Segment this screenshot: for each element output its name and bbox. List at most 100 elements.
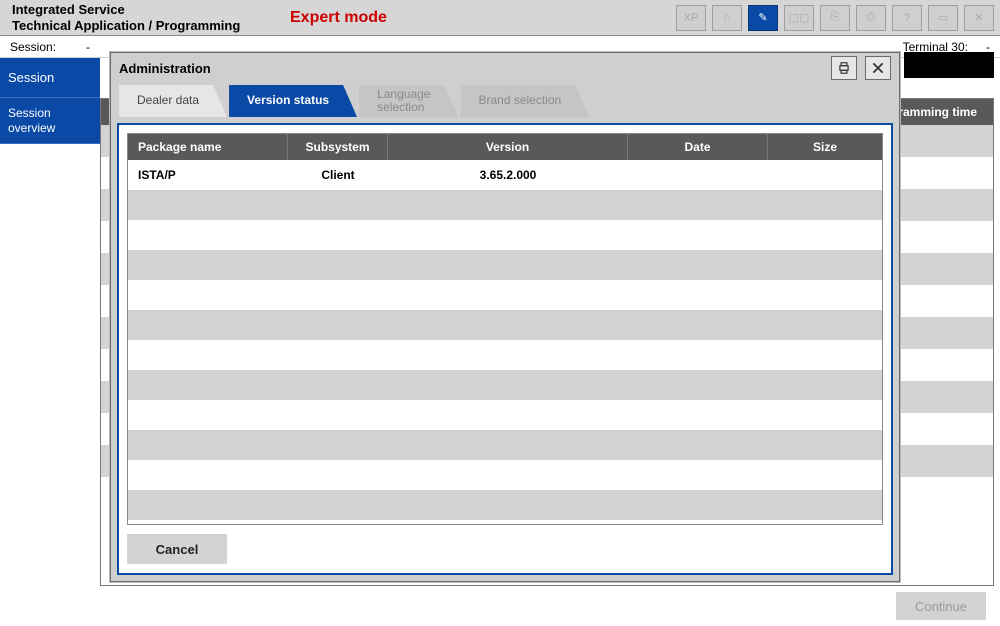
col-subsystem[interactable]: Subsystem xyxy=(288,134,388,160)
cell-subsystem xyxy=(288,430,388,460)
version-row xyxy=(128,250,882,280)
cell-package xyxy=(128,280,288,310)
cell-subsystem xyxy=(288,250,388,280)
cell-size xyxy=(768,340,882,370)
version-row xyxy=(128,460,882,490)
cell-date xyxy=(628,490,768,520)
cell-version xyxy=(388,400,628,430)
app-title-line2: Technical Application / Programming xyxy=(12,18,280,34)
home-icon[interactable]: ⌂ xyxy=(712,5,742,31)
dialog-body: Package name Subsystem Version Date Size… xyxy=(117,123,893,575)
help-icon[interactable]: ? xyxy=(892,5,922,31)
tab-dealer-data[interactable]: Dealer data xyxy=(119,85,227,117)
cell-size xyxy=(768,280,882,310)
col-date[interactable]: Date xyxy=(628,134,768,160)
dialog-close-icon[interactable] xyxy=(865,56,891,80)
cell-package xyxy=(128,220,288,250)
dialog-print-icon[interactable] xyxy=(831,56,857,80)
print-icon[interactable]: ⎙ xyxy=(856,5,886,31)
cell-package xyxy=(128,370,288,400)
cell-subsystem xyxy=(288,460,388,490)
cell-size xyxy=(768,490,882,520)
cancel-button[interactable]: Cancel xyxy=(127,534,227,564)
cell-version xyxy=(388,430,628,460)
cell-version xyxy=(388,250,628,280)
cell-subsystem xyxy=(288,220,388,250)
version-table: Package name Subsystem Version Date Size… xyxy=(127,133,883,525)
cell-version xyxy=(388,190,628,220)
version-row xyxy=(128,370,882,400)
cell-package xyxy=(128,250,288,280)
xp-button[interactable]: XP xyxy=(676,5,706,31)
mode-label: Expert mode xyxy=(290,9,387,27)
cell-package xyxy=(128,340,288,370)
cell-date xyxy=(628,370,768,400)
cell-size xyxy=(768,250,882,280)
cell-package xyxy=(128,460,288,490)
cell-date xyxy=(628,430,768,460)
cell-date xyxy=(628,190,768,220)
tab-version-status[interactable]: Version status xyxy=(229,85,357,117)
col-version[interactable]: Version xyxy=(388,134,628,160)
cell-date xyxy=(628,220,768,250)
dialog-tabs: Dealer data Version status Language sele… xyxy=(111,83,899,117)
continue-button[interactable]: Continue xyxy=(896,592,986,620)
cell-subsystem xyxy=(288,280,388,310)
version-row xyxy=(128,340,882,370)
app-title-line1: Integrated Service xyxy=(12,2,280,18)
cell-subsystem xyxy=(288,340,388,370)
version-row xyxy=(128,490,882,520)
cell-version xyxy=(388,310,628,340)
tab-language-selection: Language selection xyxy=(359,85,458,117)
cell-subsystem xyxy=(288,370,388,400)
cell-version xyxy=(388,340,628,370)
cell-size xyxy=(768,400,882,430)
cell-date xyxy=(628,340,768,370)
cell-subsystem xyxy=(288,400,388,430)
version-row[interactable]: ISTA/PClient3.65.2.000 xyxy=(128,160,882,190)
bg-col-programming-time: ramming time xyxy=(898,105,977,119)
cell-version xyxy=(388,220,628,250)
background-black-strip xyxy=(904,52,994,78)
administration-dialog: Administration Dealer data Version statu… xyxy=(110,52,900,582)
cell-size xyxy=(768,160,882,190)
cell-version: 3.65.2.000 xyxy=(388,160,628,190)
app-header: Integrated Service Technical Application… xyxy=(0,0,1000,36)
cell-date xyxy=(628,460,768,490)
col-package-name[interactable]: Package name xyxy=(128,134,288,160)
version-table-body: ISTA/PClient3.65.2.000 xyxy=(128,160,882,524)
cell-version xyxy=(388,280,628,310)
version-row xyxy=(128,190,882,220)
app-title: Integrated Service Technical Application… xyxy=(0,2,280,33)
dialog-actions: Cancel xyxy=(127,525,883,565)
session-label: Session: xyxy=(10,40,56,54)
cell-date xyxy=(628,250,768,280)
dialog-title: Administration xyxy=(119,61,211,76)
col-size[interactable]: Size xyxy=(768,134,882,160)
cell-size xyxy=(768,430,882,460)
panel-icon[interactable]: ▢▢ xyxy=(784,5,814,31)
cell-size xyxy=(768,370,882,400)
session-value: - xyxy=(86,40,90,54)
cell-subsystem: Client xyxy=(288,160,388,190)
copy-icon[interactable]: ⎘ xyxy=(820,5,850,31)
tab-brand-selection: Brand selection xyxy=(460,85,589,117)
cell-size xyxy=(768,190,882,220)
nav-session-overview[interactable]: Session overview xyxy=(0,98,100,144)
edit-icon[interactable]: ✎ xyxy=(748,5,778,31)
cell-subsystem xyxy=(288,190,388,220)
version-row xyxy=(128,310,882,340)
cell-package xyxy=(128,310,288,340)
nav-session[interactable]: Session xyxy=(0,58,100,98)
cell-package xyxy=(128,430,288,460)
cell-subsystem xyxy=(288,310,388,340)
minimize-icon[interactable]: ▭ xyxy=(928,5,958,31)
cell-date xyxy=(628,160,768,190)
cell-date xyxy=(628,400,768,430)
cell-package: ISTA/P xyxy=(128,160,288,190)
cell-size xyxy=(768,310,882,340)
cell-size xyxy=(768,460,882,490)
cell-version xyxy=(388,490,628,520)
cell-date xyxy=(628,280,768,310)
close-app-icon[interactable]: ✕ xyxy=(964,5,994,31)
